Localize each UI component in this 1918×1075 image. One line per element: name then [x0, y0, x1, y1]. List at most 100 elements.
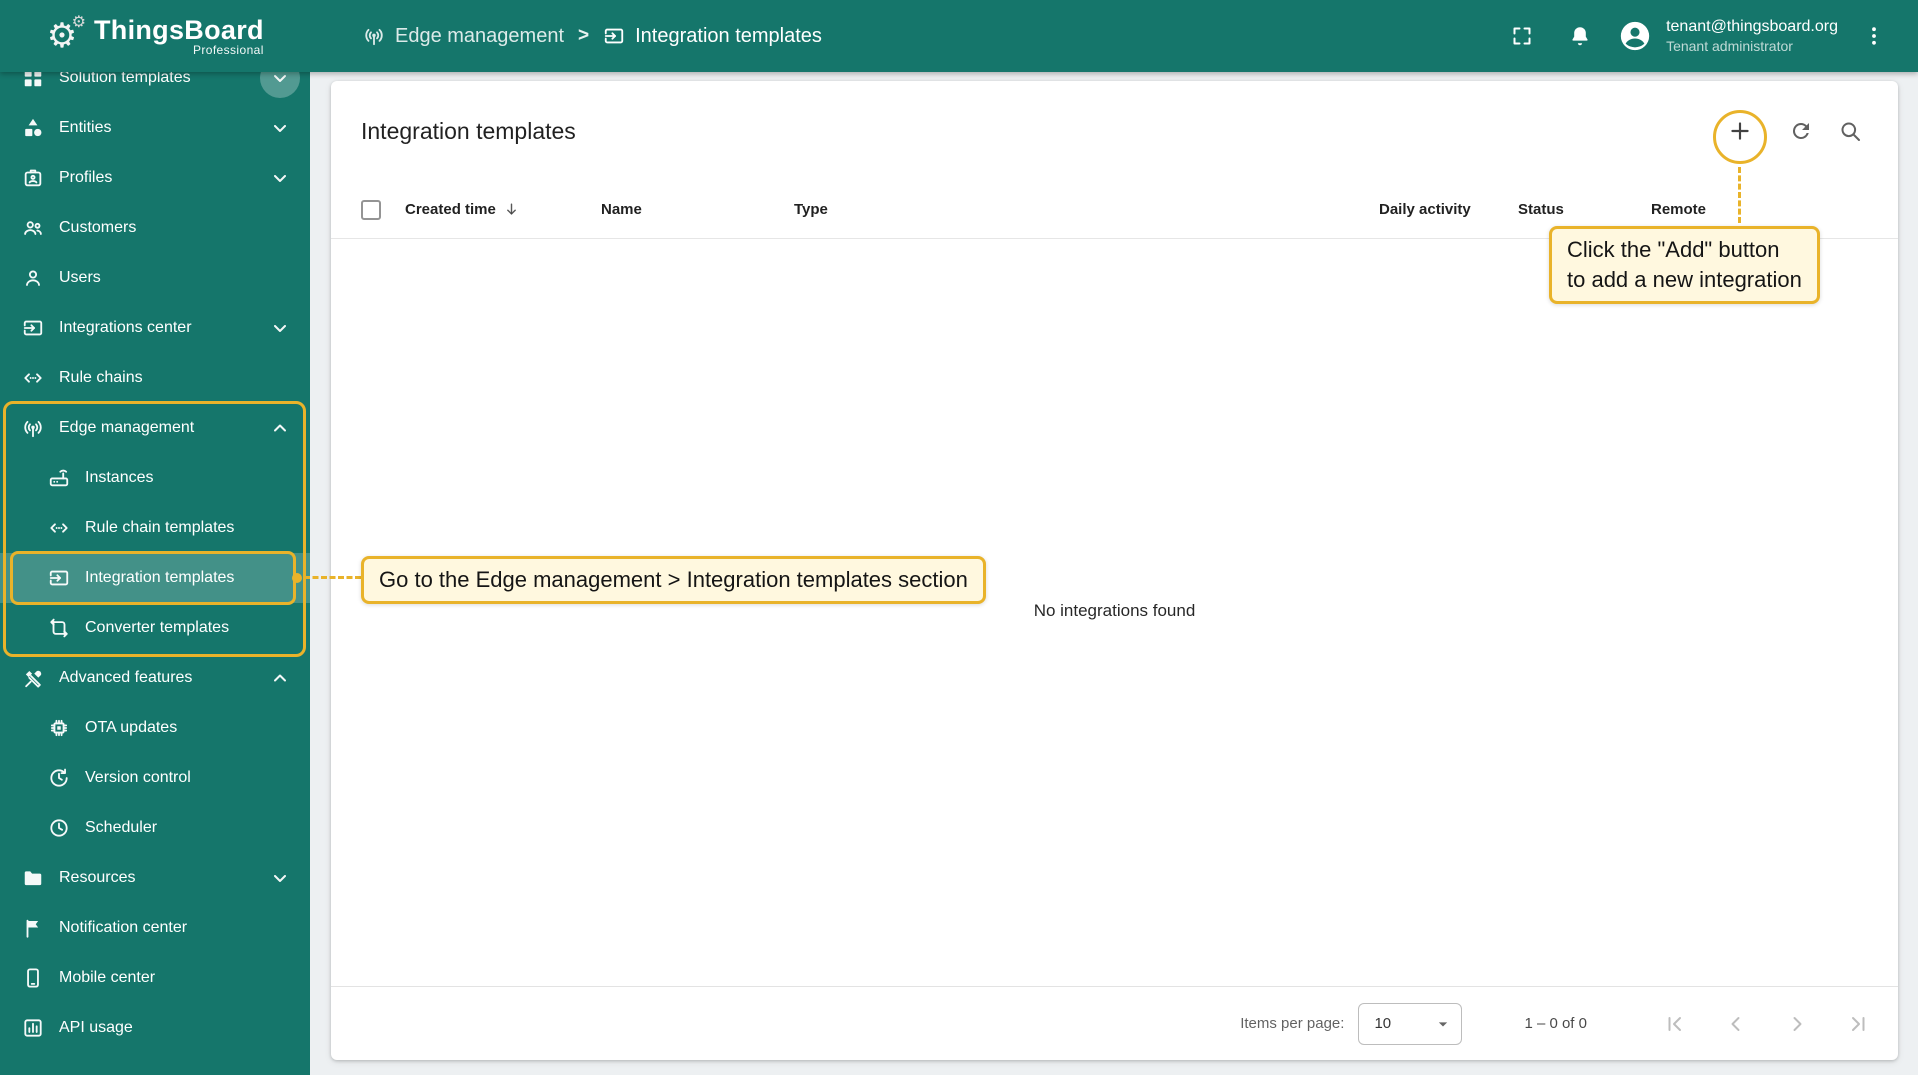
- resources-folder-icon: [22, 867, 44, 889]
- sidebar-item-rule-chain-templates[interactable]: Rule chain templates: [0, 503, 310, 553]
- sidebar-item-label: Instances: [85, 469, 154, 486]
- items-per-page-label: Items per page:: [1240, 1015, 1345, 1032]
- sidebar-item-ota-updates[interactable]: OTA updates: [0, 703, 310, 753]
- chevron-left-icon: [1724, 1012, 1748, 1036]
- scheduler-clock-icon: [48, 817, 70, 839]
- refresh-button[interactable]: [1781, 111, 1821, 151]
- column-name[interactable]: Name: [601, 201, 794, 218]
- sidebar-item-version-control[interactable]: Version control: [0, 753, 310, 803]
- breadcrumb-label: Integration templates: [635, 24, 822, 47]
- sidebar-item-profiles[interactable]: Profiles: [0, 153, 310, 203]
- thingsboard-logo-icon: ⚙ ⚙: [46, 14, 86, 55]
- sidebar-item-label: Profiles: [59, 169, 113, 186]
- plus-icon: [1727, 118, 1753, 144]
- last-page-button[interactable]: [1834, 1000, 1882, 1048]
- chevron-down-icon: [268, 166, 292, 190]
- sidebar-item-solution-templates[interactable]: Solution templates: [0, 72, 310, 103]
- refresh-icon: [1789, 119, 1813, 143]
- sidebar-item-users[interactable]: Users: [0, 253, 310, 303]
- more-menu-button[interactable]: [1852, 14, 1896, 58]
- sidebar-item-customers[interactable]: Customers: [0, 203, 310, 253]
- main-content: Integration templates Created time Name …: [310, 72, 1918, 1075]
- profiles-badge-icon: [22, 167, 44, 189]
- sidebar-item-label: Resources: [59, 869, 136, 886]
- empty-state-text: No integrations found: [1033, 601, 1196, 620]
- add-integration-button[interactable]: [1720, 111, 1760, 151]
- rule-chains-icon: [48, 517, 70, 539]
- breadcrumb-separator-icon: >: [578, 25, 590, 46]
- card-header: Integration templates: [331, 81, 1898, 181]
- first-page-button[interactable]: [1651, 1000, 1699, 1048]
- more-vert-icon: [1862, 24, 1886, 48]
- sidebar-item-label: Mobile center: [59, 969, 156, 986]
- sidebar-item-converter-templates[interactable]: Converter templates: [0, 603, 310, 653]
- version-history-icon: [48, 767, 70, 789]
- sidebar-item-label: Customers: [59, 219, 137, 236]
- sidebar-item-integrations-center[interactable]: Integrations center: [0, 303, 310, 353]
- sidebar-item-edge-management[interactable]: Edge management: [0, 403, 310, 453]
- search-icon: [1838, 119, 1862, 143]
- user-email: tenant@thingsboard.org: [1666, 17, 1838, 35]
- rule-chains-icon: [22, 367, 44, 389]
- items-per-page-select[interactable]: 10: [1358, 1002, 1463, 1045]
- breadcrumb-label: Edge management: [395, 24, 565, 47]
- column-created-time[interactable]: Created time: [405, 201, 601, 218]
- sidebar-item-advanced-features[interactable]: Advanced features: [0, 653, 310, 703]
- users-person-icon: [22, 267, 44, 289]
- sidebar-item-label: API usage: [59, 1019, 133, 1036]
- notification-flag-icon: [22, 917, 44, 939]
- column-type[interactable]: Type: [794, 201, 1379, 218]
- chevron-down-icon: [1433, 1014, 1453, 1034]
- sidebar-item-entities[interactable]: Entities: [0, 103, 310, 153]
- customers-people-icon: [22, 217, 44, 239]
- sidebar-item-mobile-center[interactable]: Mobile center: [0, 953, 310, 1003]
- breadcrumb-integration-templates[interactable]: Integration templates: [603, 25, 822, 48]
- mobile-phone-icon: [22, 967, 44, 989]
- sidebar-item-label: Solution templates: [59, 72, 191, 86]
- sort-desc-icon: [503, 201, 520, 218]
- sidebar-item-resources[interactable]: Resources: [0, 853, 310, 903]
- sidebar-item-rule-chains[interactable]: Rule chains: [0, 353, 310, 403]
- sidebar-item-instances[interactable]: Instances: [0, 453, 310, 503]
- sidebar-item-notification-center[interactable]: Notification center: [0, 903, 310, 953]
- search-button[interactable]: [1830, 111, 1870, 151]
- previous-page-button[interactable]: [1712, 1000, 1760, 1048]
- sidebar-item-label: Rule chains: [59, 369, 143, 386]
- notifications-button[interactable]: [1558, 14, 1602, 58]
- sidebar-item-api-usage[interactable]: API usage: [0, 1003, 310, 1053]
- sidebar-item-label: Notification center: [59, 919, 188, 936]
- column-status: Status: [1518, 201, 1564, 218]
- sidebar-item-label: Entities: [59, 119, 112, 136]
- user-role: Tenant administrator: [1666, 38, 1793, 55]
- sidebar-item-label: Users: [59, 269, 101, 286]
- chevron-right-icon: [1785, 1012, 1809, 1036]
- sidebar-item-label: Integrations center: [59, 319, 192, 336]
- integrations-input-icon: [22, 317, 44, 339]
- column-daily-activity: Daily activity: [1379, 201, 1471, 218]
- sidebar-item-integration-templates[interactable]: Integration templates: [0, 553, 310, 603]
- antenna-icon: [363, 25, 385, 47]
- first-page-icon: [1663, 1012, 1687, 1036]
- sidebar-item-label: Version control: [85, 769, 191, 786]
- chevron-down-icon: [268, 866, 292, 890]
- chevron-up-icon: [268, 666, 292, 690]
- select-all-checkbox[interactable]: [361, 199, 381, 220]
- avatar[interactable]: [1618, 19, 1652, 53]
- brand-subtitle: Professional: [192, 43, 264, 57]
- chevron-down-icon: [268, 316, 292, 340]
- breadcrumb-edge-management[interactable]: Edge management: [363, 25, 564, 48]
- page-title: Integration templates: [361, 117, 576, 144]
- entities-icon: [22, 117, 44, 139]
- chevron-down-icon: [260, 72, 300, 98]
- brand-logo[interactable]: ⚙ ⚙ ThingsBoard Professional: [0, 14, 310, 58]
- next-page-button[interactable]: [1773, 1000, 1821, 1048]
- apps-grid-icon: [22, 72, 44, 89]
- column-label: Created time: [405, 201, 496, 218]
- api-chart-icon: [22, 1017, 44, 1039]
- sidebar-item-scheduler[interactable]: Scheduler: [0, 803, 310, 853]
- fullscreen-button[interactable]: [1500, 14, 1544, 58]
- brand-text: ThingsBoard Professional: [94, 15, 264, 57]
- bell-icon: [1568, 24, 1592, 48]
- table-toolbar: [1720, 111, 1870, 151]
- edge-antenna-icon: [22, 417, 44, 439]
